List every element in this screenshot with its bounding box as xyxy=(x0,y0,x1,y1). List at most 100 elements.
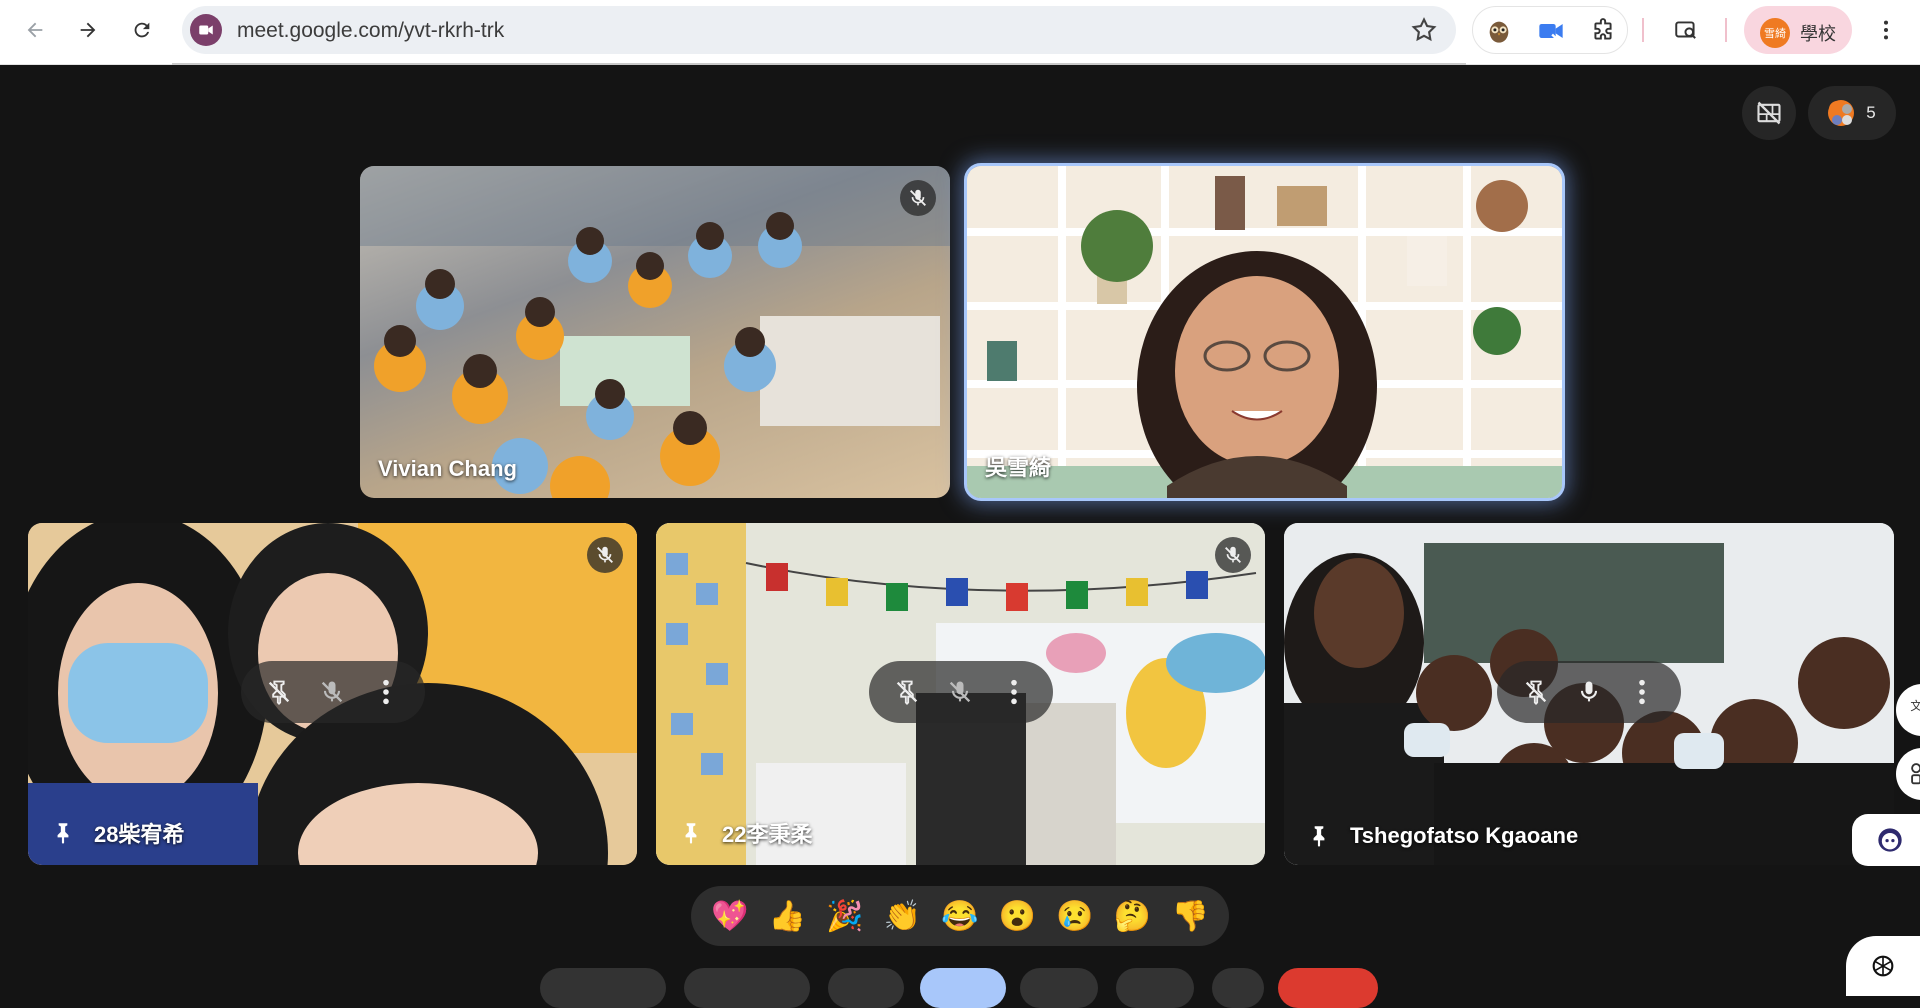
leave-call-button[interactable] xyxy=(1278,968,1378,1008)
reaction-crying[interactable]: 😢 xyxy=(1052,893,1098,939)
openai-logo-icon xyxy=(1872,955,1894,977)
svg-text:文: 文 xyxy=(1910,699,1920,713)
openai-extension-button[interactable] xyxy=(1846,936,1920,996)
bookshelf-video-feed xyxy=(967,166,1562,498)
present-button[interactable] xyxy=(1020,968,1098,1008)
more-vert-icon xyxy=(383,679,389,705)
pin-icon xyxy=(57,823,69,844)
captions-button[interactable] xyxy=(828,968,904,1008)
tile-hover-controls xyxy=(240,661,425,723)
more-vert-icon xyxy=(1883,20,1889,40)
pin-icon xyxy=(1313,826,1325,847)
mute-participant-button[interactable] xyxy=(312,672,352,712)
site-info-icon[interactable] xyxy=(190,14,222,46)
video-tile-tshegofatso-kgaoane[interactable]: Tshegofatso Kgaoane xyxy=(1284,523,1894,865)
mic-off-icon xyxy=(1225,546,1241,563)
mic-icon xyxy=(1580,681,1598,702)
layout-toggle-button[interactable] xyxy=(1742,86,1796,140)
muted-indicator xyxy=(900,180,936,216)
pinned-name-label: Tshegofatso Kgaoane xyxy=(1306,823,1578,849)
translate-captions-button[interactable]: 文A xyxy=(1896,684,1920,736)
more-options-button[interactable] xyxy=(994,672,1034,712)
browser-toolbar: meet.google.com/yvt-rkrh-trk 雪綺 學校 xyxy=(0,0,1920,65)
reactions-toggle-button[interactable] xyxy=(920,968,1006,1008)
video-tile-vivian-chang[interactable]: Vivian Chang xyxy=(360,166,950,498)
reload-button[interactable] xyxy=(124,12,160,48)
participant-name: 吳雪綺 xyxy=(985,455,1052,480)
classroom-video-feed xyxy=(360,166,950,498)
unpin-button[interactable] xyxy=(887,672,927,712)
reaction-party-popper[interactable]: 🎉 xyxy=(822,893,868,939)
more-vert-icon xyxy=(1639,679,1646,705)
video-icon xyxy=(199,25,213,35)
participant-name: 22李秉柔 xyxy=(722,822,813,847)
raise-hand-button[interactable] xyxy=(1116,968,1194,1008)
effects-button[interactable] xyxy=(1896,748,1920,800)
pin-icon xyxy=(685,823,697,844)
owl-extension-icon[interactable] xyxy=(1483,15,1515,47)
video-tile-wu-xueqi[interactable]: 吳雪綺 xyxy=(964,163,1565,501)
video-tile-22[interactable]: 22李秉柔 xyxy=(656,523,1265,865)
participants-button[interactable]: 5 xyxy=(1808,86,1896,140)
unpin-button[interactable] xyxy=(1516,672,1556,712)
reactions-bar: 💖 👍 🎉 👏 😂 😮 😢 🤔 👎 xyxy=(691,886,1229,946)
unpin-icon xyxy=(1525,680,1546,705)
muted-indicator xyxy=(1215,537,1251,573)
muted-indicator xyxy=(587,537,623,573)
profile-name: 學校 xyxy=(1800,24,1836,44)
reaction-sparkling-heart[interactable]: 💖 xyxy=(707,893,753,939)
mic-off-icon xyxy=(322,681,343,703)
reaction-thumbs-up[interactable]: 👍 xyxy=(764,893,810,939)
profile-avatar: 雪綺 xyxy=(1760,18,1790,48)
more-options-button[interactable] xyxy=(366,672,406,712)
meet-extension-icon[interactable] xyxy=(1535,15,1567,47)
mute-participant-button[interactable] xyxy=(940,672,980,712)
participant-name: Vivian Chang xyxy=(378,456,517,481)
video-tile-28[interactable]: 28柴宥希 xyxy=(28,523,637,865)
puzzle-extensions-icon[interactable] xyxy=(1587,15,1619,47)
extensions-group xyxy=(1472,6,1628,54)
translate-icon: 文A xyxy=(1910,699,1920,713)
forward-arrow-icon xyxy=(80,22,96,38)
mic-control-button[interactable] xyxy=(540,968,666,1008)
assistant-face-icon xyxy=(1878,828,1902,852)
mic-off-icon xyxy=(597,546,613,563)
pinned-name-label: 22李秉柔 xyxy=(678,817,812,849)
unpin-button[interactable] xyxy=(259,672,299,712)
participant-name: 28柴宥希 xyxy=(94,822,185,847)
pinned-name-label: 28柴宥希 xyxy=(50,817,184,849)
mute-participant-button[interactable] xyxy=(1569,672,1609,712)
effects-icon xyxy=(1911,763,1920,785)
reaction-laughing[interactable]: 😂 xyxy=(937,893,983,939)
mic-off-icon xyxy=(910,189,926,206)
page-load-line xyxy=(172,63,1466,65)
url-text: meet.google.com/yvt-rkrh-trk xyxy=(237,19,505,42)
hide-tiles-icon xyxy=(1757,101,1781,125)
tab-search-icon xyxy=(1675,21,1696,39)
unpin-icon xyxy=(268,680,290,705)
toolbar-separator xyxy=(1725,18,1727,42)
back-button[interactable] xyxy=(17,12,53,48)
participant-count: 5 xyxy=(1866,103,1876,122)
forward-button[interactable] xyxy=(70,12,106,48)
tab-search-button[interactable] xyxy=(1668,12,1704,48)
reaction-clapping[interactable]: 👏 xyxy=(879,893,925,939)
address-bar[interactable]: meet.google.com/yvt-rkrh-trk xyxy=(182,6,1456,54)
participant-name: Tshegofatso Kgaoane xyxy=(1350,823,1579,848)
reaction-thinking[interactable]: 🤔 xyxy=(1110,893,1156,939)
more-options-button[interactable] xyxy=(1212,968,1264,1008)
more-vert-icon xyxy=(1011,679,1017,705)
reaction-surprised[interactable]: 😮 xyxy=(995,893,1041,939)
more-options-button[interactable] xyxy=(1622,672,1662,712)
reaction-thumbs-down[interactable]: 👎 xyxy=(1167,893,1213,939)
profile-button[interactable]: 雪綺 學校 xyxy=(1744,6,1852,54)
tile-hover-controls xyxy=(868,661,1053,723)
camera-control-button[interactable] xyxy=(684,968,810,1008)
toolbar-separator xyxy=(1642,18,1644,42)
unpin-icon xyxy=(896,680,918,705)
bookmark-star-icon[interactable] xyxy=(1410,16,1438,44)
browser-menu-button[interactable] xyxy=(1874,14,1898,46)
reload-icon xyxy=(134,22,150,38)
gemini-assistant-button[interactable] xyxy=(1852,814,1920,866)
back-arrow-icon xyxy=(27,22,43,38)
